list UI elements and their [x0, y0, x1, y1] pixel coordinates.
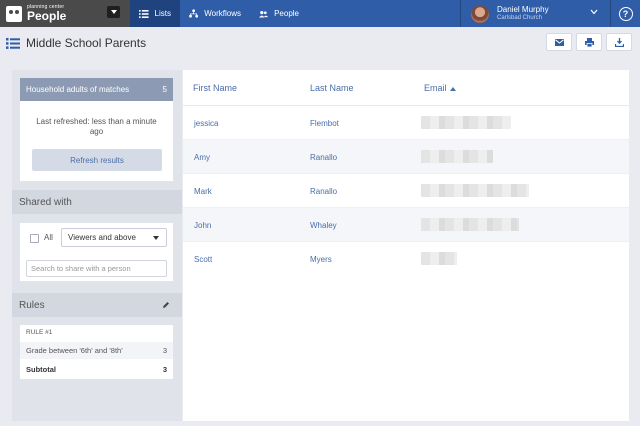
rules-card: RULE #1 Grade between '6th' and '8th' 3 … — [20, 325, 173, 379]
all-label: All — [44, 233, 53, 242]
email-cell-redacted — [421, 150, 493, 163]
user-organization: Carlsbad Church — [497, 14, 543, 21]
rules-heading: Rules — [12, 293, 182, 317]
refresh-card: Last refreshed: less than a minute ago R… — [20, 101, 173, 181]
sidebar: Household adults of matches 5 Last refre… — [12, 70, 182, 421]
user-name: Daniel Murphy — [497, 5, 549, 15]
email-cell-redacted — [421, 218, 519, 231]
email-button[interactable] — [546, 33, 572, 51]
permission-select-value: Viewers and above — [68, 233, 136, 242]
app-switcher-button[interactable] — [107, 6, 120, 18]
subtotal-label: Subtotal — [26, 365, 56, 374]
email-cell-redacted — [421, 252, 457, 265]
avatar — [471, 4, 489, 23]
download-icon — [614, 37, 624, 47]
table-row[interactable]: Scott Myers — [183, 242, 629, 276]
rules-label: Rules — [19, 299, 45, 311]
tab-lists[interactable]: Lists — [130, 0, 180, 27]
help-button[interactable]: ? — [610, 0, 640, 27]
results-table: First Name Last Name Email jessica Flemb… — [183, 70, 629, 421]
email-cell-redacted — [421, 116, 511, 129]
rule-row: Grade between '6th' and '8th' 3 — [20, 342, 173, 359]
print-icon — [584, 37, 594, 47]
header-actions — [546, 33, 632, 51]
refresh-results-button[interactable]: Refresh results — [32, 149, 162, 171]
brand-name: People — [27, 9, 67, 23]
top-nav: planning center People Lists Workflows P… — [0, 0, 640, 27]
tab-workflows[interactable]: Workflows — [180, 0, 250, 27]
list-icon — [139, 9, 149, 18]
chevron-down-icon — [590, 9, 598, 15]
print-button[interactable] — [576, 33, 602, 51]
planning-center-logo-icon — [6, 5, 22, 22]
tab-people-label: People — [274, 9, 299, 18]
permission-select[interactable]: Viewers and above — [61, 228, 167, 247]
app-brand[interactable]: planning center People — [0, 0, 130, 27]
all-checkbox[interactable] — [30, 234, 39, 243]
subtotal-count: 3 — [162, 365, 167, 374]
shared-with-card: All Viewers and above Search to share wi… — [20, 223, 173, 281]
subtotal-row: Subtotal 3 — [20, 361, 173, 378]
share-search-input[interactable]: Search to share with a person — [26, 260, 167, 277]
column-header-email[interactable]: Email — [424, 83, 456, 93]
table-row[interactable]: Amy Ranallo — [183, 140, 629, 174]
email-icon — [554, 38, 564, 46]
first-name-cell[interactable]: Amy — [194, 153, 210, 162]
last-name-cell[interactable]: Whaley — [310, 221, 337, 230]
matches-label: Household adults of matches — [26, 85, 130, 94]
rule-text: Grade between '6th' and '8th' — [26, 346, 123, 355]
tab-people[interactable]: People — [250, 0, 308, 27]
table-header: First Name Last Name Email — [183, 70, 629, 106]
first-name-cell[interactable]: John — [194, 221, 211, 230]
first-name-cell[interactable]: Mark — [194, 187, 212, 196]
table-row[interactable]: jessica Flembot — [183, 106, 629, 140]
shared-with-heading: Shared with — [12, 190, 182, 214]
shared-with-label: Shared with — [19, 196, 72, 208]
column-header-last-name[interactable]: Last Name — [310, 83, 354, 93]
pencil-icon[interactable] — [162, 301, 170, 309]
user-menu[interactable]: Daniel Murphy Carlsbad Church — [460, 0, 610, 27]
people-icon — [259, 10, 269, 17]
first-name-cell[interactable]: Scott — [194, 255, 212, 264]
download-button[interactable] — [606, 33, 632, 51]
table-row[interactable]: Mark Ranallo — [183, 174, 629, 208]
email-cell-redacted — [421, 184, 529, 197]
list-icon — [6, 37, 20, 49]
sort-ascending-icon — [449, 86, 456, 91]
page-header: Middle School Parents — [0, 27, 640, 59]
first-name-cell[interactable]: jessica — [194, 119, 218, 128]
last-name-cell[interactable]: Flembot — [310, 119, 339, 128]
tab-workflows-label: Workflows — [204, 9, 241, 18]
table-row[interactable]: John Whaley — [183, 208, 629, 242]
tab-lists-label: Lists — [154, 9, 171, 18]
matches-count: 5 — [162, 85, 167, 94]
page-title: Middle School Parents — [26, 36, 147, 50]
last-name-cell[interactable]: Ranallo — [310, 153, 337, 162]
last-refreshed-text: Last refreshed: less than a minute ago — [36, 117, 157, 136]
column-header-first-name[interactable]: First Name — [193, 83, 237, 93]
matches-summary: Household adults of matches 5 — [20, 78, 173, 101]
workflow-icon — [189, 9, 199, 18]
rule-count: 3 — [162, 346, 167, 355]
caret-down-icon — [153, 236, 159, 240]
last-name-cell[interactable]: Myers — [310, 255, 332, 264]
last-name-cell[interactable]: Ranallo — [310, 187, 337, 196]
chevron-down-icon — [110, 10, 117, 14]
help-icon: ? — [618, 6, 633, 21]
rule-number: RULE #1 — [26, 329, 53, 336]
